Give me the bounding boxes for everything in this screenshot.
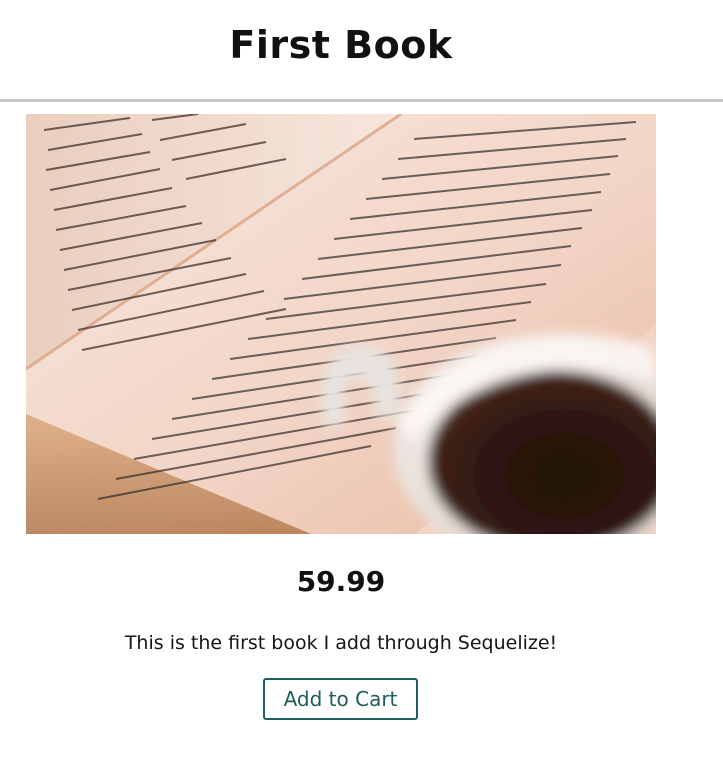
- product-description: This is the first book I add through Seq…: [124, 632, 558, 654]
- book-coffee-image: [26, 114, 656, 534]
- add-to-cart-button[interactable]: Add to Cart: [263, 678, 418, 720]
- product-image: [26, 114, 656, 534]
- product-page: First Book 59.99 This is the first book …: [0, 0, 723, 772]
- header-divider: [0, 99, 723, 102]
- product-price: 59.99: [296, 565, 386, 598]
- product-title: First Book: [229, 23, 453, 67]
